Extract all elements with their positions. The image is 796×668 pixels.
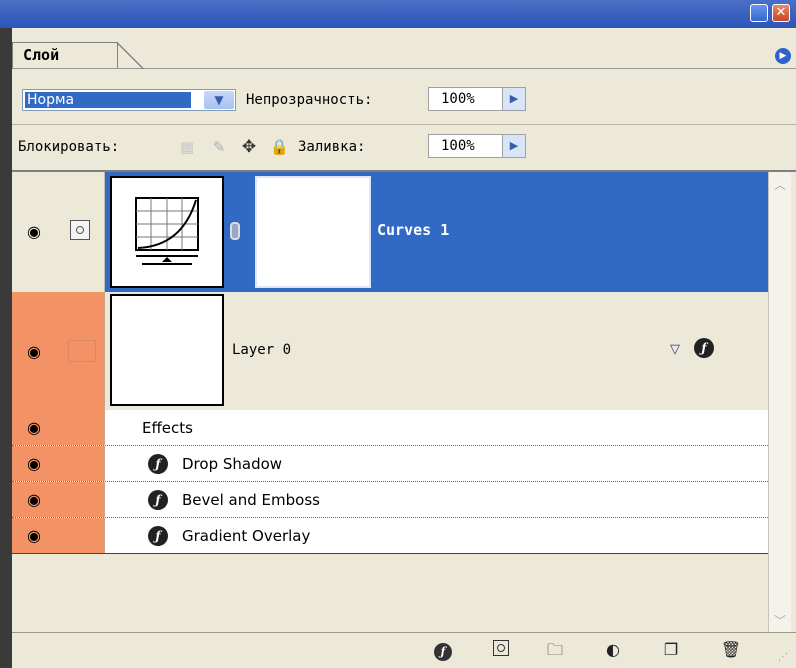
layer-style-icon[interactable]: ƒ bbox=[432, 640, 454, 661]
effects-header-row[interactable]: ◉ Effects bbox=[12, 410, 768, 446]
blend-opacity-row: Норма ▼ Непрозрачность: 100% ▶ bbox=[12, 82, 796, 118]
effect-row[interactable]: ◉ ƒ Bevel and Emboss bbox=[12, 482, 768, 518]
eye-icon[interactable]: ◉ bbox=[23, 344, 45, 360]
effects-label: Effects bbox=[142, 419, 193, 437]
title-bar: ✕ bbox=[0, 0, 796, 28]
lock-fill-row: Блокировать: ▦ ✎ ✥ 🔒 Заливка: 100% ▶ bbox=[12, 128, 796, 164]
layer-name[interactable]: Layer 0 bbox=[232, 340, 291, 360]
panel-menu-icon[interactable]: ▶ bbox=[775, 48, 791, 64]
expand-effects-icon[interactable]: ▽ bbox=[670, 342, 680, 358]
checker-icon[interactable]: ▦ bbox=[178, 138, 196, 156]
effect-row[interactable]: ◉ ƒ Drop Shadow bbox=[12, 446, 768, 482]
lock-icon[interactable]: 🔒 bbox=[270, 138, 289, 156]
eye-icon[interactable]: ◉ bbox=[23, 456, 45, 472]
opacity-value: 100% bbox=[441, 91, 475, 107]
tab-strip: Слой bbox=[12, 42, 796, 69]
layer-row-curves[interactable]: ◉ Curves 1 bbox=[12, 172, 768, 292]
eye-icon[interactable]: ◉ bbox=[23, 492, 45, 508]
fill-label: Заливка: bbox=[298, 139, 366, 155]
layer-name[interactable]: Curves 1 bbox=[377, 220, 449, 240]
opacity-label: Непрозрачность: bbox=[246, 92, 373, 108]
resize-grip-icon[interactable]: ⋰ bbox=[778, 651, 792, 665]
blend-mode-select[interactable]: Норма ▼ bbox=[22, 89, 236, 111]
tab-layers[interactable]: Слой bbox=[12, 42, 118, 68]
fill-slider-arrow-icon[interactable]: ▶ bbox=[502, 134, 526, 158]
minimize-button[interactable] bbox=[750, 4, 768, 22]
layer-thumbnail[interactable] bbox=[110, 294, 224, 406]
curves-icon bbox=[135, 197, 199, 265]
fill-value: 100% bbox=[441, 138, 475, 154]
scroll-up-icon[interactable]: ︿ bbox=[771, 176, 789, 194]
fill-field[interactable]: 100% ▶ bbox=[428, 134, 526, 158]
mask-link-column bbox=[60, 292, 105, 410]
link-icon[interactable] bbox=[230, 222, 240, 240]
layers-list: ◉ Curves 1 ◉ Layer 0 ▽ ƒ ◉ Effects ◉ ƒ D… bbox=[12, 172, 768, 564]
layer-style-icon: ƒ bbox=[148, 526, 168, 546]
layer-style-icon[interactable]: ƒ bbox=[694, 338, 714, 358]
layer-style-icon: ƒ bbox=[148, 490, 168, 510]
add-mask-icon[interactable] bbox=[490, 640, 512, 660]
layers-window: ✕ Слой ▶ Норма ▼ Непрозрачность: 100% ▶ … bbox=[0, 0, 796, 668]
vertical-scrollbar[interactable]: ︿ ﹀ bbox=[768, 172, 791, 632]
mask-icon[interactable] bbox=[70, 220, 90, 240]
close-button[interactable]: ✕ bbox=[772, 4, 790, 22]
visibility-column: ◉ bbox=[12, 172, 61, 292]
layer-style-icon: ƒ bbox=[148, 454, 168, 474]
layers-panel: Слой ▶ Норма ▼ Непрозрачность: 100% ▶ Бл… bbox=[12, 28, 796, 668]
eye-icon[interactable]: ◉ bbox=[23, 528, 45, 544]
layer-row-layer0[interactable]: ◉ Layer 0 ▽ ƒ bbox=[12, 292, 768, 410]
blend-mode-value: Норма bbox=[25, 92, 191, 108]
brush-icon[interactable]: ✎ bbox=[210, 138, 228, 156]
divider bbox=[12, 124, 796, 125]
adjustment-layer-icon[interactable]: ◐ bbox=[602, 640, 624, 660]
empty-link-slot[interactable] bbox=[68, 340, 96, 362]
opacity-field[interactable]: 100% ▶ bbox=[428, 87, 526, 111]
scroll-down-icon[interactable]: ﹀ bbox=[771, 612, 789, 630]
opacity-slider-arrow-icon[interactable]: ▶ bbox=[502, 87, 526, 111]
curves-adjustment-thumbnail[interactable] bbox=[110, 176, 224, 288]
layers-toolbar: ƒ 🗀 ◐ ❐ 🗑 ⋰ bbox=[12, 632, 796, 668]
effect-label: Drop Shadow bbox=[182, 455, 283, 473]
lock-label: Блокировать: bbox=[18, 139, 120, 155]
eye-icon[interactable]: ◉ bbox=[23, 224, 45, 240]
effect-row[interactable]: ◉ ƒ Gradient Overlay bbox=[12, 518, 768, 554]
effect-label: Bevel and Emboss bbox=[182, 491, 320, 509]
mask-link-column bbox=[60, 172, 105, 292]
visibility-column: ◉ bbox=[12, 292, 61, 410]
eye-icon[interactable]: ◉ bbox=[23, 420, 45, 436]
chevron-down-icon[interactable]: ▼ bbox=[204, 91, 234, 109]
layer-mask-thumbnail[interactable] bbox=[255, 176, 371, 288]
new-layer-icon[interactable]: ❐ bbox=[660, 640, 682, 660]
move-icon[interactable]: ✥ bbox=[240, 138, 258, 156]
trash-icon[interactable]: 🗑 bbox=[720, 640, 742, 660]
effect-label: Gradient Overlay bbox=[182, 527, 311, 545]
new-group-icon[interactable]: 🗀 bbox=[544, 640, 566, 660]
